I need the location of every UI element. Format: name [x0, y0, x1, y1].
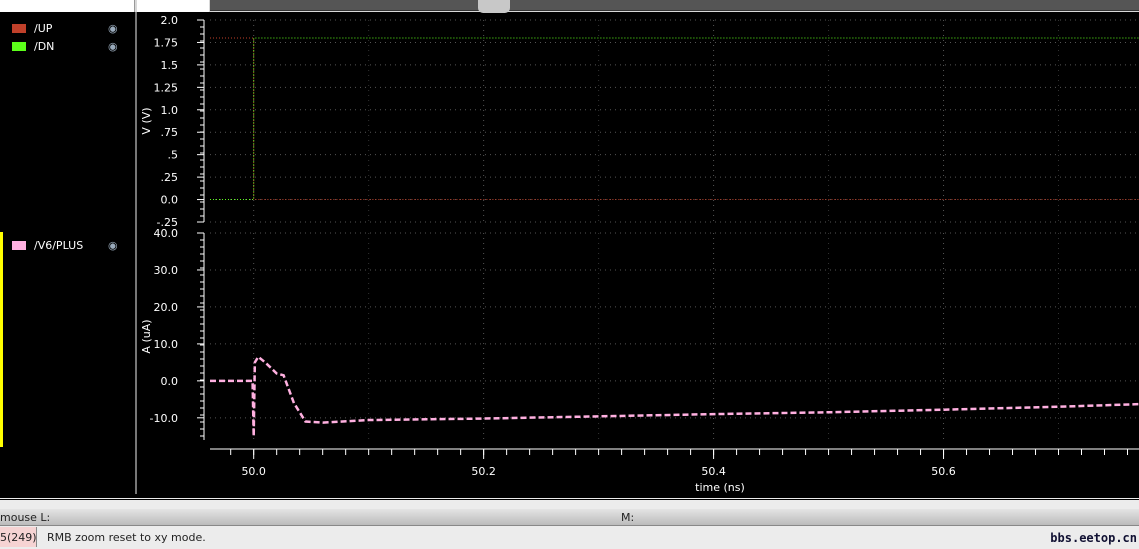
trace-up — [210, 37, 1139, 201]
y-tick-label: 40.0 — [154, 227, 179, 240]
x-axis-label: time (ns) — [695, 481, 745, 494]
status-bar: mouse L: M: 5(249) RMB zoom reset to xy … — [0, 497, 1139, 549]
y-axis-label: A (uA) — [140, 319, 153, 353]
y-tick-label: .75 — [161, 126, 179, 139]
y-tick-label: 1.25 — [154, 81, 179, 94]
y-tick-label: 1.0 — [161, 104, 179, 117]
x-tick-label: 50.0 — [241, 465, 266, 478]
y-tick-label: .25 — [161, 171, 179, 184]
y-tick-label: 1.5 — [161, 59, 179, 72]
mouse-middle-label: M: — [621, 511, 635, 524]
x-tick-label: 50.4 — [701, 465, 726, 478]
waveform-plot[interactable]: 2.01.751.51.251.0.75.5.250.0-.25V (V)40.… — [0, 0, 1139, 497]
y-tick-label: 2.0 — [161, 14, 179, 27]
y-tick-label: 20.0 — [154, 301, 179, 314]
mouse-bindings: mouse L: M: — [0, 509, 1139, 526]
y-tick-label: -10.0 — [150, 412, 178, 425]
trace-dn — [210, 37, 1139, 201]
x-tick-label: 50.2 — [471, 465, 496, 478]
trace-v6plus — [210, 354, 1139, 437]
y-tick-label: 1.75 — [154, 36, 179, 49]
y-tick-label: .5 — [168, 149, 179, 162]
watermark: bbs.eetop.cn — [1050, 531, 1137, 545]
y-axis-label: V (V) — [140, 107, 153, 134]
command-count: 5(249) — [0, 527, 37, 547]
mouse-left-label: mouse L: — [0, 511, 51, 524]
y-tick-label: 10.0 — [154, 338, 179, 351]
y-tick-label: 0.0 — [161, 194, 179, 207]
x-tick-label: 50.6 — [931, 465, 956, 478]
status-message: RMB zoom reset to xy mode. — [47, 531, 206, 544]
y-tick-label: 0.0 — [161, 375, 179, 388]
y-tick-label: 30.0 — [154, 264, 179, 277]
